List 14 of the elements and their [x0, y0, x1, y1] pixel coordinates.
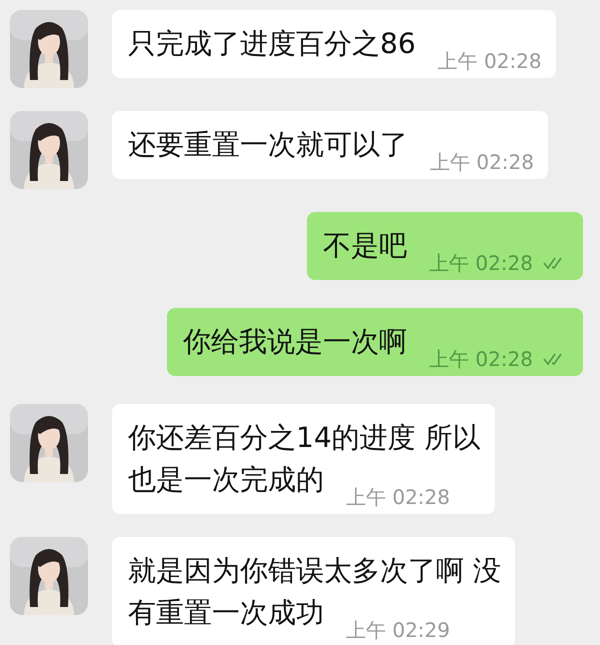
message-text: 就是因为你错误太多次了啊 没	[128, 554, 501, 587]
message-text: 有重置一次成功	[128, 595, 324, 631]
message-time: 上午 02:28	[429, 251, 533, 275]
message-text: 只完成了进度百分之86	[128, 26, 416, 62]
message-time: 上午 02:28	[430, 150, 534, 174]
message-text: 还要重置一次就可以了	[128, 127, 408, 163]
message-time: 上午 02:28	[429, 347, 533, 371]
message-time: 上午 02:28	[346, 485, 450, 509]
message-time: 上午 02:29	[346, 618, 450, 642]
message-time: 上午 02:28	[438, 49, 542, 73]
message-text: 你给我说是一次啊	[183, 324, 407, 360]
message-text: 不是吧	[323, 228, 407, 264]
message-text: 也是一次完成的	[128, 462, 324, 498]
message-text: 你还差百分之14的进度 所以	[128, 421, 481, 454]
